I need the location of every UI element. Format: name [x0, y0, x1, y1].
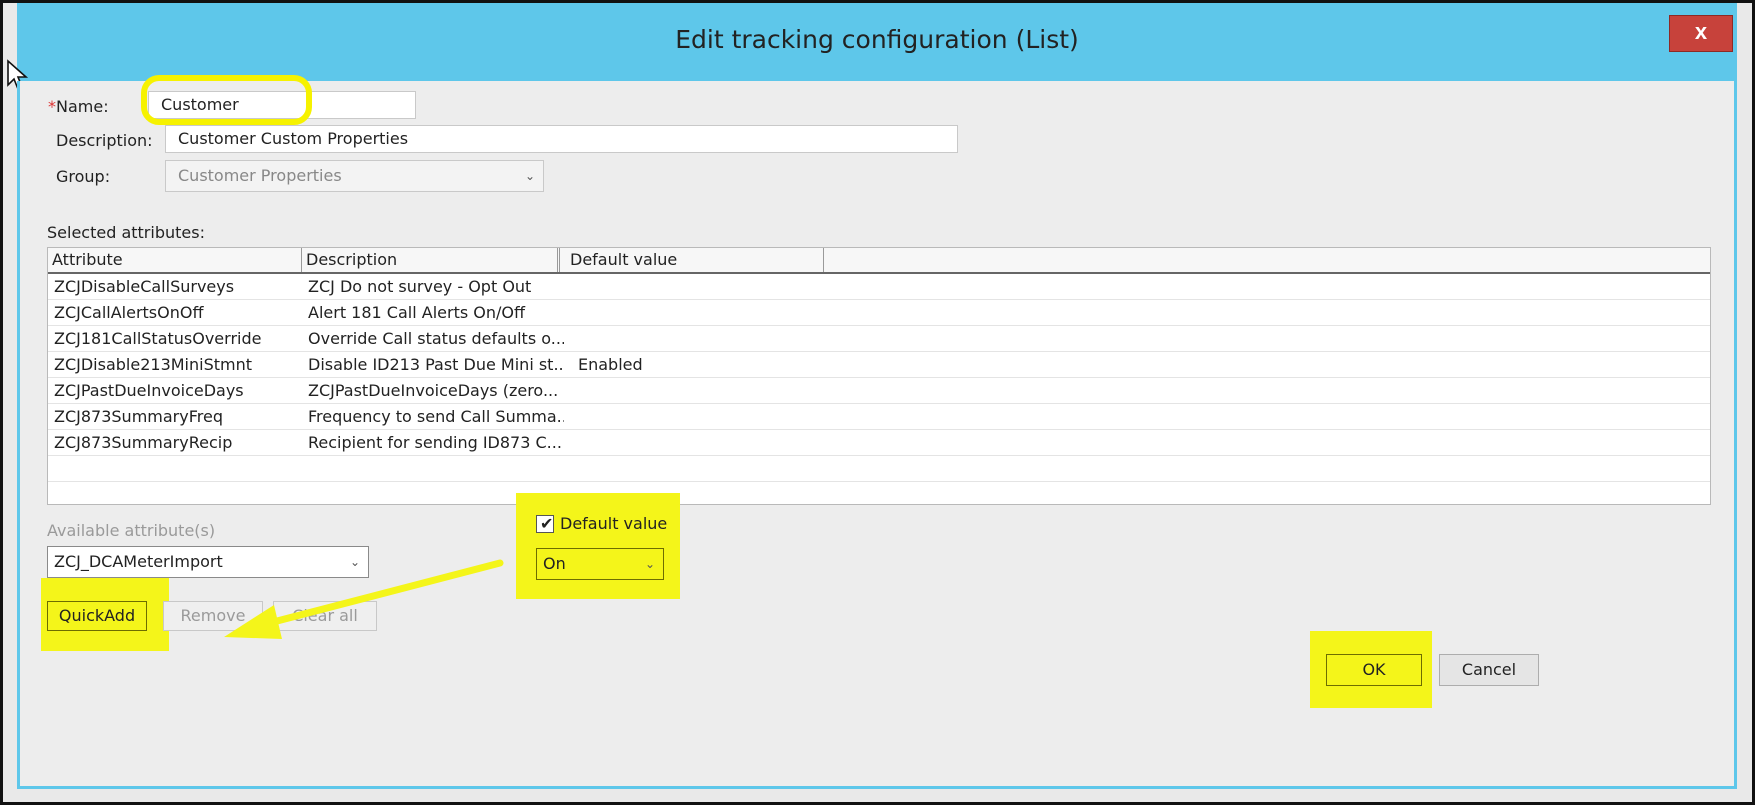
close-button[interactable]: x: [1669, 15, 1733, 52]
cell-description: Recipient for sending ID873 C...: [308, 433, 562, 452]
quickadd-button[interactable]: QuickAdd: [47, 601, 147, 631]
default-value-dropdown[interactable]: On ⌄: [536, 548, 664, 580]
cell-default-value: [578, 404, 818, 429]
default-value-highlight: [516, 493, 680, 599]
column-header-default-value[interactable]: Default value: [566, 248, 824, 272]
group-dropdown: Customer Properties ⌄: [165, 160, 544, 192]
table-row[interactable]: ZCJ181CallStatusOverride Override Call s…: [48, 326, 1710, 352]
name-label: *Name:: [48, 97, 109, 116]
default-value-dropdown-value: On: [543, 554, 566, 573]
cell-default-value: Enabled: [578, 355, 643, 374]
group-label: Group:: [56, 167, 111, 186]
table-row[interactable]: ZCJDisable213MiniStmnt Disable ID213 Pas…: [48, 352, 1710, 378]
group-dropdown-value: Customer Properties: [178, 166, 342, 185]
dialog-window: Edit tracking configuration (List) x *Na…: [0, 0, 1755, 805]
cell-description: Alert 181 Call Alerts On/Off: [308, 303, 525, 322]
cell-default-value: [578, 378, 818, 403]
cell-default-value: [578, 430, 818, 455]
ok-button[interactable]: OK: [1326, 654, 1422, 686]
checkmark-icon: ✔: [540, 516, 554, 533]
selected-attributes-label: Selected attributes:: [47, 223, 205, 242]
cancel-button[interactable]: Cancel: [1439, 654, 1539, 686]
name-label-text: Name:: [56, 97, 109, 116]
cell-attribute: ZCJDisable213MiniStmnt: [54, 355, 253, 374]
cell-attribute: ZCJCallAlertsOnOff: [54, 303, 204, 322]
description-label: Description:: [56, 131, 153, 150]
table-row[interactable]: ZCJPastDueInvoiceDays ZCJPastDueInvoiceD…: [48, 378, 1710, 404]
cell-description: Frequency to send Call Summa...: [308, 407, 564, 426]
default-value-checkbox-label: Default value: [560, 514, 668, 533]
cell-description: ZCJ Do not survey - Opt Out: [308, 277, 532, 296]
name-highlight: [141, 75, 312, 125]
chevron-down-icon: ⌄: [644, 557, 655, 571]
table-row[interactable]: ZCJ873SummaryRecip Recipient for sending…: [48, 430, 1710, 456]
annotation-arrow-icon: [224, 559, 504, 639]
empty-table-row: [48, 478, 1710, 504]
available-attributes-value: ZCJ_DCAMeterImport: [54, 552, 223, 571]
cell-attribute: ZCJ181CallStatusOverride: [54, 329, 262, 348]
cell-default-value: [578, 274, 818, 299]
cell-attribute: ZCJ873SummaryFreq: [54, 407, 223, 426]
dialog-client-area: *Name: Customer Description: Customer Cu…: [17, 75, 1737, 789]
cell-description: Disable ID213 Past Due Mini st...: [308, 355, 564, 374]
selected-attributes-table[interactable]: Attribute Description Default value ZCJD…: [47, 247, 1711, 505]
description-input[interactable]: Customer Custom Properties: [165, 125, 958, 153]
table-row[interactable]: ZCJ873SummaryFreq Frequency to send Call…: [48, 404, 1710, 430]
cell-attribute: ZCJDisableCallSurveys: [54, 277, 235, 296]
cell-attribute: ZCJPastDueInvoiceDays: [54, 381, 244, 400]
column-header-attribute[interactable]: Attribute: [48, 248, 302, 272]
cell-default-value: [578, 300, 818, 325]
default-value-checkbox[interactable]: ✔: [536, 515, 554, 533]
column-header-description[interactable]: Description: [302, 248, 560, 272]
cell-attribute: ZCJ873SummaryRecip: [54, 433, 233, 452]
table-row[interactable]: ZCJDisableCallSurveys ZCJ Do not survey …: [48, 274, 1710, 300]
required-mark: *: [48, 97, 56, 116]
cell-description: Override Call status defaults o...: [308, 329, 564, 348]
window-title: Edit tracking configuration (List): [675, 25, 1079, 54]
available-attributes-label: Available attribute(s): [47, 521, 216, 540]
title-bar: Edit tracking configuration (List) x: [17, 3, 1737, 81]
table-header: Attribute Description Default value: [48, 248, 1710, 274]
chevron-down-icon: ⌄: [524, 169, 535, 183]
cell-default-value: [578, 326, 818, 351]
table-row[interactable]: ZCJCallAlertsOnOff Alert 181 Call Alerts…: [48, 300, 1710, 326]
cell-description: ZCJPastDueInvoiceDays (zero...: [308, 381, 559, 400]
